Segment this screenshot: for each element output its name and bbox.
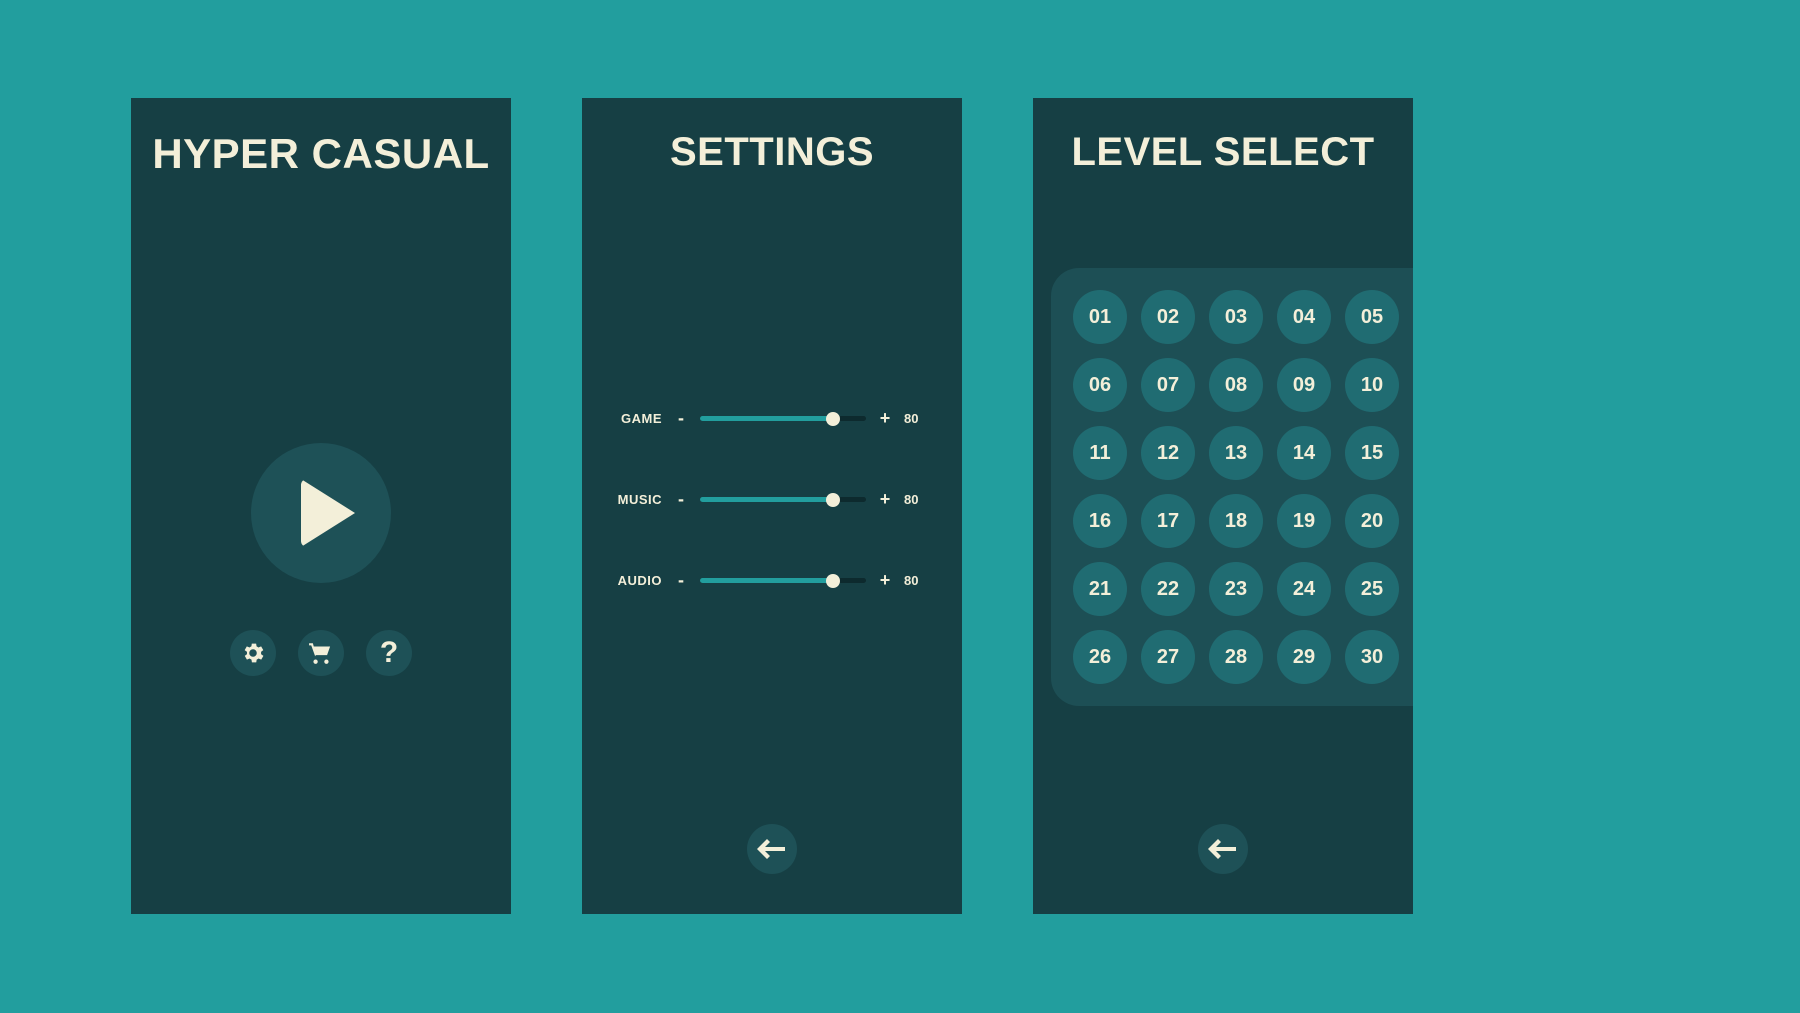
main-title: HYPER CASUAL — [131, 130, 511, 178]
main-menu-screen: HYPER CASUAL ? — [131, 98, 511, 914]
sliders-container: GAME-+80MUSIC-+80AUDIO-+80 — [582, 408, 962, 591]
level-button-14[interactable]: 14 — [1277, 426, 1331, 480]
level-button-19[interactable]: 19 — [1277, 494, 1331, 548]
slider-value: 80 — [904, 411, 934, 426]
slider-fill — [700, 497, 833, 502]
level-button-08[interactable]: 08 — [1209, 358, 1263, 412]
level-button-22[interactable]: 22 — [1141, 562, 1195, 616]
slider-track[interactable] — [700, 497, 866, 502]
level-button-29[interactable]: 29 — [1277, 630, 1331, 684]
level-button-15[interactable]: 15 — [1345, 426, 1399, 480]
level-button-18[interactable]: 18 — [1209, 494, 1263, 548]
level-button-16[interactable]: 16 — [1073, 494, 1127, 548]
slider-label: GAME — [610, 411, 662, 426]
slider-track[interactable] — [700, 416, 866, 421]
level-button-26[interactable]: 26 — [1073, 630, 1127, 684]
level-button-10[interactable]: 10 — [1345, 358, 1399, 412]
arrow-left-icon — [1208, 839, 1238, 859]
level-button-12[interactable]: 12 — [1141, 426, 1195, 480]
slider-label: MUSIC — [610, 492, 662, 507]
level-button-30[interactable]: 30 — [1345, 630, 1399, 684]
level-button-03[interactable]: 03 — [1209, 290, 1263, 344]
icon-row: ? — [230, 630, 412, 676]
slider-label: AUDIO — [610, 573, 662, 588]
arrow-left-icon — [757, 839, 787, 859]
slider-decrement[interactable]: - — [674, 408, 688, 429]
level-button-05[interactable]: 05 — [1345, 290, 1399, 344]
level-button-07[interactable]: 07 — [1141, 358, 1195, 412]
slider-thumb[interactable] — [826, 412, 840, 426]
level-button-20[interactable]: 20 — [1345, 494, 1399, 548]
play-button[interactable] — [251, 443, 391, 583]
level-button-27[interactable]: 27 — [1141, 630, 1195, 684]
slider-row-audio: AUDIO- +80 — [610, 570, 934, 591]
back-button[interactable] — [747, 824, 797, 874]
level-select-screen: LEVEL SELECT 01 02 03 04 05 06 07 08 09 10 11 12 13 1… — [1033, 98, 1413, 914]
slider-thumb[interactable] — [826, 493, 840, 507]
gear-icon — [240, 640, 266, 666]
slider-increment[interactable]: + — [878, 408, 892, 429]
back-button[interactable] — [1198, 824, 1248, 874]
settings-button[interactable] — [230, 630, 276, 676]
slider-decrement[interactable]: - — [674, 570, 688, 591]
slider-thumb[interactable] — [826, 574, 840, 588]
play-icon — [301, 479, 355, 547]
settings-title: SETTINGS — [582, 130, 962, 175]
level-button-11[interactable]: 11 — [1073, 426, 1127, 480]
level-button-23[interactable]: 23 — [1209, 562, 1263, 616]
cart-button[interactable] — [298, 630, 344, 676]
slider-fill — [700, 416, 833, 421]
level-button-09[interactable]: 09 — [1277, 358, 1331, 412]
slider-track[interactable] — [700, 578, 866, 583]
level-button-06[interactable]: 06 — [1073, 358, 1127, 412]
question-icon: ? — [380, 636, 398, 670]
level-panel: 01 02 03 04 05 06 07 08 09 10 11 12 13 14 15 16 17 18 19 20… — [1051, 268, 1413, 706]
slider-row-game: GAME- +80 — [610, 408, 934, 429]
slider-increment[interactable]: + — [878, 570, 892, 591]
cart-icon — [308, 640, 334, 666]
settings-screen: SETTINGS GAME-+80MUSIC-+80AUDIO-+80 — [582, 98, 962, 914]
help-button[interactable]: ? — [366, 630, 412, 676]
level-button-02[interactable]: 02 — [1141, 290, 1195, 344]
level-button-21[interactable]: 21 — [1073, 562, 1127, 616]
slider-decrement[interactable]: - — [674, 489, 688, 510]
level-button-25[interactable]: 25 — [1345, 562, 1399, 616]
level-button-24[interactable]: 24 — [1277, 562, 1331, 616]
level-grid: 0102030405060708091011121314151617181920… — [1073, 290, 1393, 684]
level-button-04[interactable]: 04 — [1277, 290, 1331, 344]
slider-value: 80 — [904, 492, 934, 507]
slider-value: 80 — [904, 573, 934, 588]
level-button-17[interactable]: 17 — [1141, 494, 1195, 548]
slider-fill — [700, 578, 833, 583]
level-button-01[interactable]: 01 — [1073, 290, 1127, 344]
slider-increment[interactable]: + — [878, 489, 892, 510]
level-button-28[interactable]: 28 — [1209, 630, 1263, 684]
level-select-title: LEVEL SELECT — [1033, 130, 1413, 175]
slider-row-music: MUSIC- +80 — [610, 489, 934, 510]
level-button-13[interactable]: 13 — [1209, 426, 1263, 480]
